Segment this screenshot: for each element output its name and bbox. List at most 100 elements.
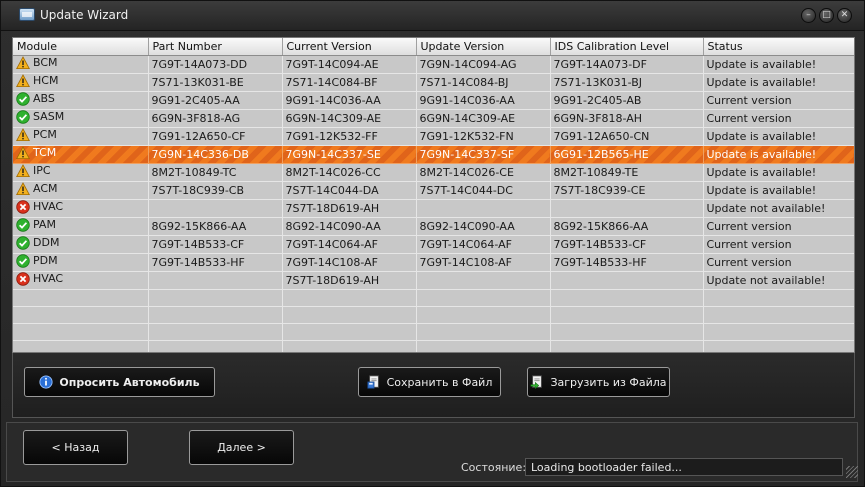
table-row[interactable]: PCM 7G91-12A650-CF 7G91-12K532-FF 7G91-12K5… [13,127,854,146]
warning-icon [16,163,30,178]
maximize-button[interactable]: □ [819,8,834,23]
cell-module: HVAC [13,199,149,218]
cell-ids-calibration-level: 7G9T-14B533-CF [550,235,704,254]
query-vehicle-button[interactable]: Опросить Автомобиль [24,367,215,397]
column-header-update-version[interactable]: Update Version [416,38,551,56]
cell-module: PDM [13,253,149,272]
resize-grip-icon[interactable] [846,466,858,478]
app-window-icon [19,8,35,21]
save-to-file-label: Сохранить в Файл [386,375,493,389]
cell-module: DDM [13,235,149,254]
empty-cell [13,340,149,352]
cell-current-version: 7S7T-14C044-DA [282,181,417,200]
empty-cell [416,323,551,341]
cell-update-version: 9G91-14C036-AA [416,91,551,110]
column-header-current-version[interactable]: Current Version [282,38,417,56]
table-row[interactable]: HVAC 7S7T-18D619-AH Update not available! [13,199,854,218]
info-icon [39,375,53,389]
cell-module: IPC [13,163,149,182]
column-header-module[interactable]: Module [13,38,149,56]
empty-cell [703,306,854,324]
table-row[interactable]: SASM 6G9N-3F818-AG 6G9N-14C309-AE 6G9N-14C3… [13,109,854,128]
warning-icon [16,55,30,70]
cell-update-version: 8G92-14C090-AA [416,217,551,236]
cell-current-version: 7S7T-18D619-AH [282,271,417,290]
update-wizard-window: Update Wizard – □ ✕ Module Part Number C… [0,0,865,487]
empty-row [13,340,854,352]
column-header-part-number[interactable]: Part Number [148,38,283,56]
warning-icon [16,73,30,88]
cell-ids-calibration-level: 6G91-12B565-HE [550,145,704,164]
cell-current-version: 8G92-14C090-AA [282,217,417,236]
empty-cell [416,340,551,352]
cell-update-version: 7G9N-14C337-SF [416,145,551,164]
table-row[interactable]: PAM 8G92-15K866-AA 8G92-14C090-AA 8G92-14C0… [13,217,854,236]
module-name: DDM [33,236,60,249]
cell-update-version: 7S71-14C084-BJ [416,73,551,92]
module-name: TCM [33,146,57,159]
back-button[interactable]: < Назад [23,430,128,465]
module-name: ACM [33,182,58,195]
window-title: Update Wizard [40,8,129,22]
minimize-button[interactable]: – [801,8,816,23]
table-row[interactable]: TCM 7G9N-14C336-DB 7G9N-14C337-SE 7G9N-14C3… [13,145,854,164]
table-row[interactable]: HCM 7S71-13K031-BE 7S71-14C084-BF 7S71-14C0… [13,73,854,92]
cell-status: Current version [703,91,854,110]
cell-current-version: 7S7T-18D619-AH [282,199,417,218]
empty-cell [148,323,283,341]
table-row[interactable]: HVAC 7S7T-18D619-AH Update not available! [13,271,854,290]
cell-ids-calibration-level: 7S7T-18C939-CE [550,181,704,200]
empty-cell [282,289,417,307]
cell-ids-calibration-level: 9G91-2C405-AB [550,91,704,110]
close-button[interactable]: ✕ [837,8,852,23]
next-button[interactable]: Далее > [189,430,294,465]
cell-module: ABS [13,91,149,110]
cell-ids-calibration-level: 8M2T-10849-TE [550,163,704,182]
empty-row [13,306,854,324]
table-row[interactable]: DDM 7G9T-14B533-CF 7G9T-14C064-AF 7G9T-14C0… [13,235,854,254]
module-name: BCM [33,56,58,69]
cell-current-version: 8M2T-14C026-CC [282,163,417,182]
save-file-icon [367,375,379,389]
cell-module: HVAC [13,271,149,290]
check-icon [16,235,30,250]
cell-module: PCM [13,127,149,146]
check-icon [16,91,30,106]
empty-cell [282,323,417,341]
table-row[interactable]: ACM 7S7T-18C939-CB 7S7T-14C044-DA 7S7T-14C0… [13,181,854,200]
cell-current-version: 7G91-12K532-FF [282,127,417,146]
module-cell-content: ACM [16,181,58,196]
empty-cell [703,340,854,352]
cell-ids-calibration-level: 7G91-12A650-CN [550,127,704,146]
cell-update-version [416,271,551,290]
module-name: IPC [33,164,51,177]
cell-part-number: 6G9N-3F818-AG [148,109,283,128]
save-to-file-button[interactable]: Сохранить в Файл [358,367,501,397]
cell-update-version: 7G9T-14C108-AF [416,253,551,272]
table-row[interactable]: IPC 8M2T-10849-TC 8M2T-14C026-CC 8M2T-14C02… [13,163,854,182]
load-from-file-button[interactable]: Загрузить из Файла [527,367,670,397]
cell-part-number: 8G92-15K866-AA [148,217,283,236]
cell-ids-calibration-level: 7S71-13K031-BJ [550,73,704,92]
empty-cell [703,323,854,341]
modules-grid[interactable]: Module Part Number Current Version Updat… [12,37,855,353]
empty-cell [282,306,417,324]
cell-part-number: 7G91-12A650-CF [148,127,283,146]
module-name: PCM [33,128,57,141]
error-icon [16,199,30,214]
module-cell-content: HCM [16,73,58,88]
table-row[interactable]: BCM 7G9T-14A073-DD 7G9T-14C094-AE 7G9N-14C0… [13,55,854,74]
column-header-ids-calibration-level[interactable]: IDS Calibration Level [550,38,704,56]
modules-table: Module Part Number Current Version Updat… [13,38,854,352]
cell-update-version: 7S7T-14C044-DC [416,181,551,200]
empty-row [13,289,854,307]
cell-current-version: 9G91-14C036-AA [282,91,417,110]
cell-ids-calibration-level: 7G9T-14B533-HF [550,253,704,272]
cell-update-version: 6G9N-14C309-AE [416,109,551,128]
column-header-status[interactable]: Status [703,38,854,56]
table-row[interactable]: PDM 7G9T-14B533-HF 7G9T-14C108-AF 7G9T-14C1… [13,253,854,272]
cell-part-number: 8M2T-10849-TC [148,163,283,182]
table-row[interactable]: ABS 9G91-2C405-AA 9G91-14C036-AA 9G91-14C03… [13,91,854,110]
empty-cell [282,340,417,352]
cell-current-version: 7S71-14C084-BF [282,73,417,92]
